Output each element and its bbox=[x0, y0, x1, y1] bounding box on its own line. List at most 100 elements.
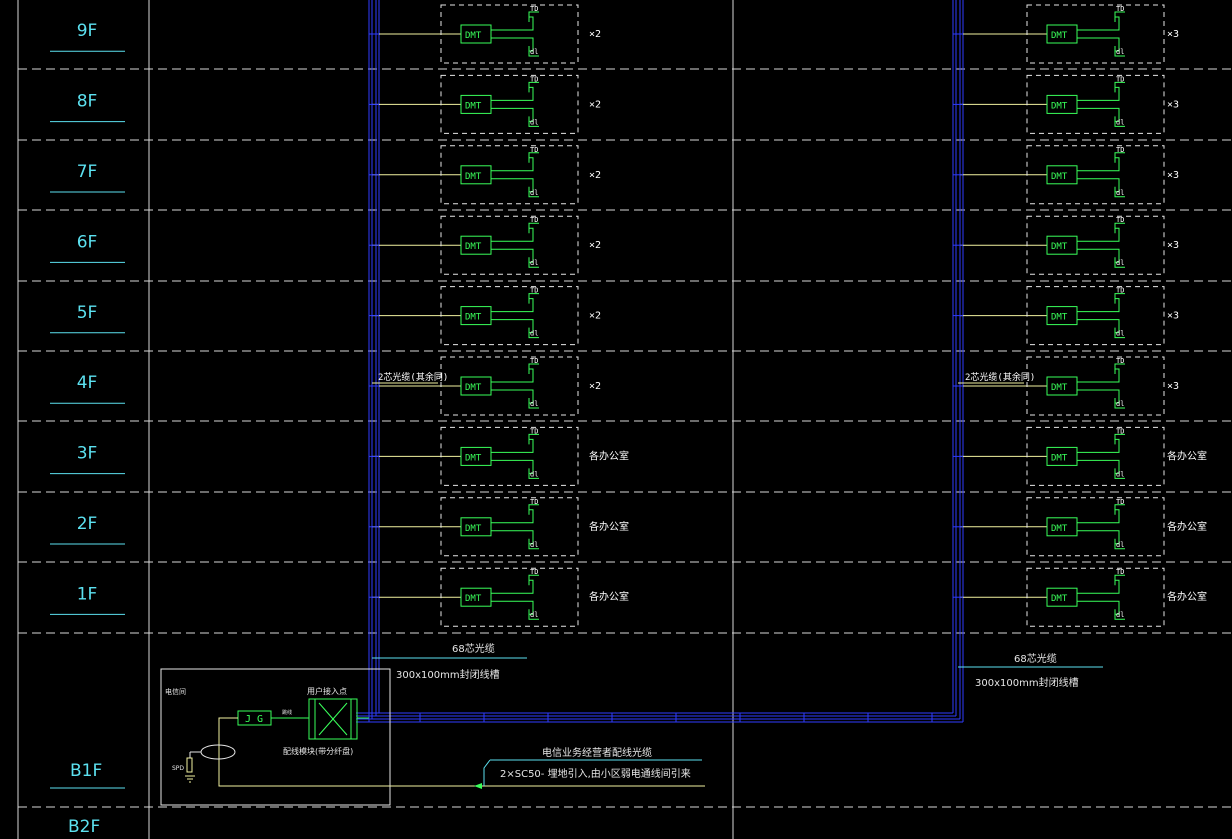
incoming-label-1: 电信业务经营者配线光缆 bbox=[542, 746, 652, 759]
outlet-multiplier: ×2 bbox=[589, 381, 601, 392]
dl-label: dl bbox=[1116, 470, 1124, 478]
dmt-label: DMT bbox=[465, 101, 482, 111]
floor-separators bbox=[18, 68, 1232, 634]
td-label: TD bbox=[530, 427, 538, 435]
dl-branch bbox=[491, 459, 534, 474]
incoming-arrow bbox=[474, 783, 482, 789]
outlet-multiplier: 各办公室 bbox=[589, 449, 629, 462]
td-branch bbox=[491, 368, 534, 383]
outlet-group-right-8f: DMT TD dl ×3 bbox=[960, 74, 1179, 134]
outlet-group-left-9f: DMT TD dl ×2 bbox=[372, 4, 601, 64]
spd-label: SPD bbox=[172, 765, 184, 772]
outlet-group-right-5f: DMT TD dl ×3 bbox=[960, 286, 1179, 346]
td-label: TD bbox=[1116, 568, 1124, 576]
outlet-group-right-1f: DMT TD dl 各办公室 bbox=[960, 567, 1207, 627]
outlet-group-right-3f: DMT TD dl 各办公室 bbox=[960, 426, 1207, 486]
td-label: TD bbox=[530, 75, 538, 83]
td-branch bbox=[491, 157, 534, 172]
incoming-label-2: 2×SC50- 埋地引入,由小区弱电通线间引来 bbox=[500, 767, 691, 780]
dl-label: dl bbox=[1116, 118, 1124, 126]
dl-branch bbox=[1077, 459, 1120, 474]
dl-label: dl bbox=[1116, 541, 1124, 549]
td-label: TD bbox=[530, 498, 538, 506]
td-branch bbox=[491, 509, 534, 524]
dl-branch bbox=[1077, 389, 1120, 404]
dl-branch bbox=[491, 600, 534, 615]
dl-branch bbox=[1077, 530, 1120, 545]
left-cable-tray bbox=[368, 0, 380, 722]
td-label: TD bbox=[530, 216, 538, 224]
dmt-label: DMT bbox=[1051, 383, 1068, 393]
dl-label: dl bbox=[530, 330, 538, 338]
right-cable-label: 2芯光缆(其余同) bbox=[965, 371, 1035, 383]
td-label: TD bbox=[1116, 146, 1124, 154]
dl-branch bbox=[491, 389, 534, 404]
outlet-group-right-2f: DMT TD dl 各办公室 bbox=[960, 497, 1207, 557]
outlet-group-right-4f: DMT TD dl ×3 bbox=[960, 356, 1179, 416]
td-branch bbox=[491, 16, 534, 31]
dl-branch bbox=[491, 37, 534, 52]
outlet-enclosure bbox=[1026, 286, 1165, 346]
td-label: TD bbox=[530, 568, 538, 576]
right-outlet-column: DMT TD dl ×3 DMT TD dl ×3 DMT TD dl ×3 DMT TD dl ×3 DMT T… bbox=[953, 4, 1207, 627]
dl-label: dl bbox=[1116, 259, 1124, 267]
outlet-multiplier: ×3 bbox=[1167, 311, 1179, 322]
dmt-label: DMT bbox=[465, 594, 482, 604]
dmt-label: DMT bbox=[465, 453, 482, 463]
dmt-label: DMT bbox=[1051, 594, 1068, 604]
dl-label: dl bbox=[1116, 189, 1124, 197]
dl-branch bbox=[1077, 107, 1120, 122]
outlet-enclosure bbox=[440, 74, 579, 134]
outlet-enclosure bbox=[440, 356, 579, 416]
dl-branch bbox=[1077, 37, 1120, 52]
outlet-enclosure bbox=[1026, 497, 1165, 557]
outlet-multiplier: ×3 bbox=[1167, 99, 1179, 110]
outlet-group-left-3f: DMT TD dl 各办公室 bbox=[372, 426, 629, 486]
outlet-group-left-8f: DMT TD dl ×2 bbox=[372, 74, 601, 134]
td-branch bbox=[491, 438, 534, 453]
td-label: TD bbox=[530, 357, 538, 365]
outlet-multiplier: ×3 bbox=[1167, 381, 1179, 392]
outlet-enclosure bbox=[1026, 74, 1165, 134]
incoming-leader-tail bbox=[483, 759, 491, 786]
outlet-multiplier: 各办公室 bbox=[589, 590, 629, 603]
dmt-label: DMT bbox=[465, 242, 482, 252]
floor-label-9f: 9F bbox=[77, 21, 98, 41]
floor-label-1f: 1F bbox=[77, 584, 98, 604]
riser-diagram: 9F8F7F6F5F4F3F2F1F DMTTDdl×2DMTTDdl×2DMT… bbox=[17, 0, 1232, 839]
outlet-multiplier: 各办公室 bbox=[1167, 590, 1207, 603]
floor-label-4f: 4F bbox=[77, 373, 98, 393]
td-label: TD bbox=[1116, 427, 1124, 435]
floor-label-5f: 5F bbox=[77, 303, 98, 323]
left-trunk-tray-label: 300x100mm封闭线槽 bbox=[396, 668, 500, 681]
outlet-enclosure bbox=[1026, 567, 1165, 627]
outlet-multiplier: 各办公室 bbox=[1167, 449, 1207, 462]
dl-label: dl bbox=[530, 470, 538, 478]
td-branch bbox=[1077, 157, 1120, 172]
cable-bundle-ellipse bbox=[200, 744, 236, 760]
floor-label-7f: 7F bbox=[77, 162, 98, 182]
outlet-enclosure bbox=[440, 497, 579, 557]
td-branch bbox=[1077, 368, 1120, 383]
left-cable-label: 2芯光缆(其余同) bbox=[378, 371, 448, 383]
jumper-label: 跳线 bbox=[282, 709, 292, 716]
outlet-enclosure bbox=[440, 426, 579, 486]
dl-label: dl bbox=[530, 259, 538, 267]
dl-label: dl bbox=[530, 118, 538, 126]
outlet-group-right-9f: DMT TD dl ×3 bbox=[960, 4, 1179, 64]
outlet-multiplier: ×2 bbox=[589, 240, 601, 251]
dmt-label: DMT bbox=[465, 383, 482, 393]
td-branch bbox=[1077, 438, 1120, 453]
left-trunk-fiber-label: 68芯光缆 bbox=[452, 642, 495, 655]
telecom-room: 电信间 J G 跳线 用户接入点 配线模块(带分纤盘) SPD bbox=[160, 668, 705, 806]
td-label: TD bbox=[1116, 5, 1124, 13]
td-label: TD bbox=[530, 287, 538, 295]
patch-panel-label: 配线模块(带分纤盘) bbox=[283, 746, 353, 756]
right-trunk-tray-label: 300x100mm封闭线槽 bbox=[975, 676, 1079, 689]
outlet-group-left-6f: DMT TD dl ×2 bbox=[372, 215, 601, 275]
dmt-label: DMT bbox=[1051, 524, 1068, 534]
dl-label: dl bbox=[530, 48, 538, 56]
dl-branch bbox=[1077, 319, 1120, 334]
dl-label: dl bbox=[1116, 400, 1124, 408]
outlet-group-right-7f: DMT TD dl ×3 bbox=[960, 145, 1179, 205]
